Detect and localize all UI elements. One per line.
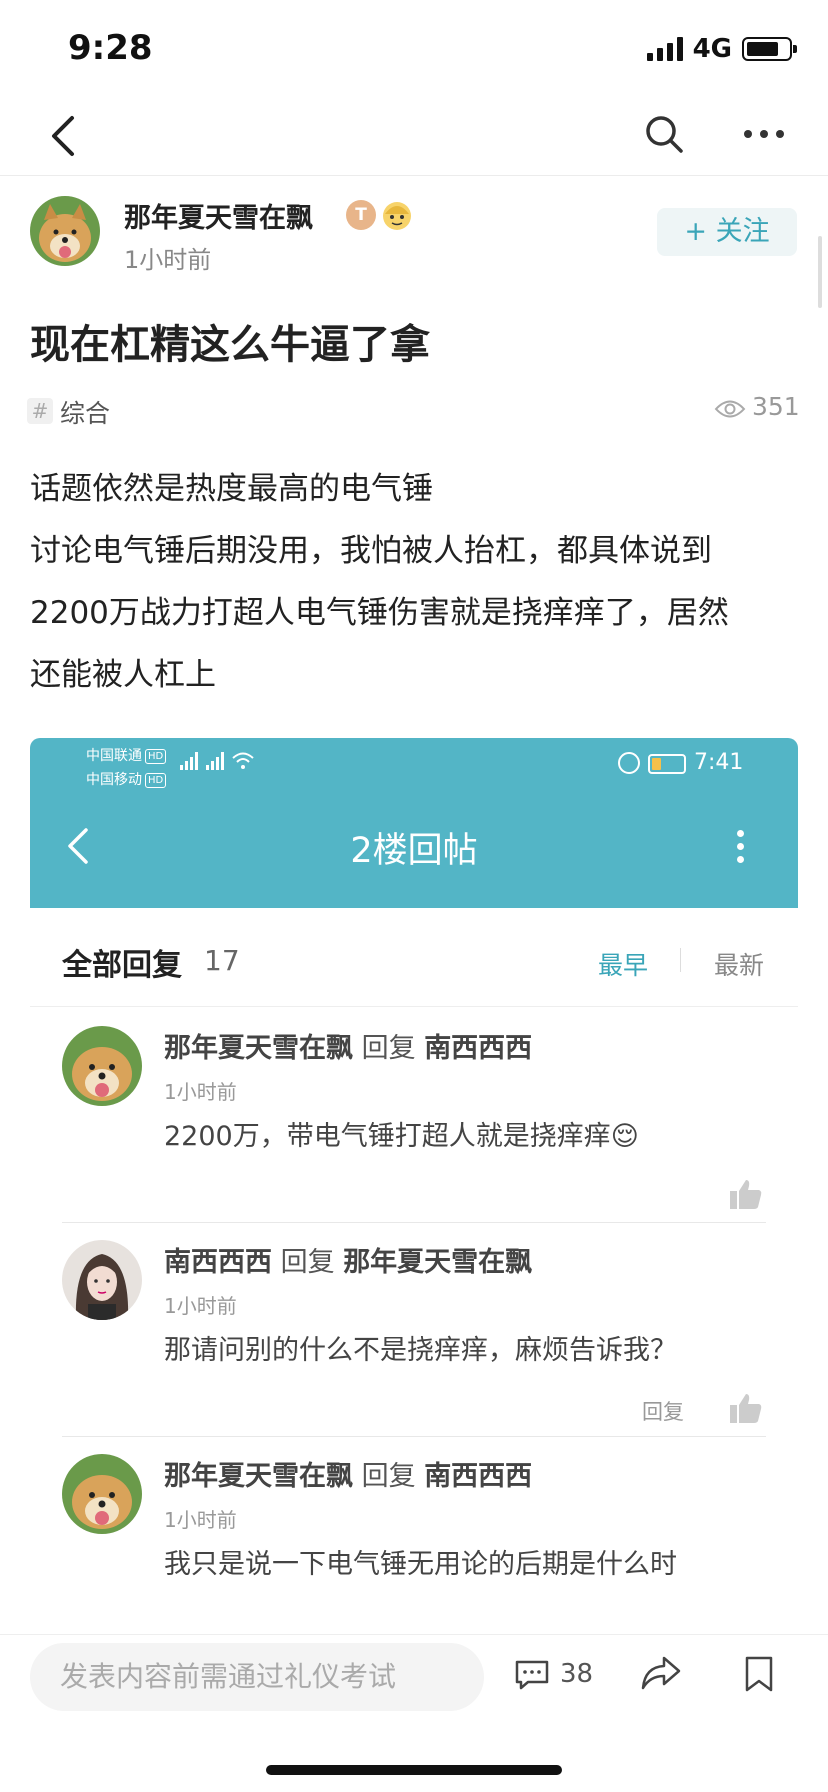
reply-target: 那年夏天雪在飘 xyxy=(343,1247,533,1278)
post-body: 话题依然是热度最高的电气锤 讨论电气锤后期没用，我怕被人抬杠，都具体说到 220… xyxy=(30,458,800,706)
signal-icon xyxy=(646,37,683,61)
reply-author: 那年夏天雪在飘 xyxy=(164,1461,353,1492)
kebab-icon xyxy=(734,830,746,870)
post-body-line: 还能被人杠上 xyxy=(30,657,216,693)
share-icon[interactable] xyxy=(640,1655,682,1691)
reply-avatar xyxy=(62,1454,142,1534)
reply-word: 回复 xyxy=(280,1247,335,1278)
medal-icon xyxy=(383,202,411,230)
search-icon[interactable] xyxy=(642,112,686,156)
reply-time: 1小时前 xyxy=(164,1294,237,1318)
carrier-label: 中国移动 xyxy=(86,772,142,788)
more-icon[interactable] xyxy=(740,112,788,156)
screenshot-battery-icon xyxy=(648,754,686,774)
comment-input[interactable]: 发表内容前需通过礼仪考试 xyxy=(30,1643,484,1711)
embedded-screenshot[interactable]: 中国联通HD 中国移动HD 7:41 2楼回帖 全部回复 17 最早 最新 xyxy=(30,738,798,1634)
post-body-line: 话题依然是热度最高的电气锤 xyxy=(30,471,433,507)
scrollbar[interactable] xyxy=(818,236,822,308)
divider xyxy=(62,1436,766,1437)
reply-word: 回复 xyxy=(361,1033,416,1064)
chevron-left-icon[interactable] xyxy=(44,110,84,162)
post-body-line: 讨论电气锤后期没用，我怕被人抬杠，都具体说到 xyxy=(30,533,712,569)
status-time: 9:28 xyxy=(68,28,153,68)
reply-target: 南西西西 xyxy=(424,1033,533,1064)
divider xyxy=(62,1222,766,1223)
reply-time: 1小时前 xyxy=(164,1508,237,1532)
battery-icon xyxy=(742,37,797,61)
eye-icon xyxy=(714,400,746,418)
reply-target: 南西西西 xyxy=(424,1461,533,1492)
reply-avatar xyxy=(62,1026,142,1106)
reply-header: 南西西西 回复 那年夏天雪在飘 xyxy=(164,1240,532,1279)
screenshot-title: 2楼回帖 xyxy=(350,831,478,871)
reply-avatar xyxy=(62,1240,142,1320)
status-indicators: 4G xyxy=(646,34,797,64)
home-indicator[interactable] xyxy=(266,1765,562,1775)
bookmark-icon[interactable] xyxy=(744,1655,774,1693)
screenshot-time: 7:41 xyxy=(694,750,744,775)
nav-bar xyxy=(0,96,828,176)
hash-icon: # xyxy=(27,398,53,424)
level-badge: T xyxy=(346,200,376,230)
sort-divider xyxy=(680,948,681,972)
reply-button: 回复 xyxy=(642,1400,684,1424)
network-label: 4G xyxy=(692,34,732,64)
follow-button[interactable]: + 关注 xyxy=(657,208,797,256)
reply-text: 我只是说一下电气锤无用论的后期是什么时 xyxy=(164,1549,677,1580)
bottom-bar: 发表内容前需通过礼仪考试 38 xyxy=(0,1634,828,1792)
screenshot-signal-icon xyxy=(180,752,254,770)
screenshot-carriers: 中国联通 HD 中国移动 HD xyxy=(86,744,167,792)
sort-earliest: 最早 xyxy=(598,951,649,980)
comment-count[interactable]: 38 xyxy=(560,1659,593,1689)
alarm-icon xyxy=(618,752,640,774)
reply-count: 17 xyxy=(204,944,240,977)
reply-text: 2200万，带电气锤打超人就是挠痒痒😌 xyxy=(164,1121,639,1152)
post-title: 现在杠精这么牛逼了拿 xyxy=(30,322,430,368)
reply-author: 那年夏天雪在飘 xyxy=(164,1033,353,1064)
comment-icon[interactable] xyxy=(514,1659,550,1691)
post-time: 1小时前 xyxy=(124,246,212,274)
wifi-icon xyxy=(232,752,254,769)
status-bar: 9:28 4G xyxy=(0,0,828,96)
reply-author: 南西西西 xyxy=(164,1247,272,1278)
screenshot-header: 中国联通 HD 中国移动 HD 7:41 2楼回帖 xyxy=(30,738,798,908)
reply-header: 那年夏天雪在飘 回复 南西西西 xyxy=(164,1454,532,1493)
carrier-label: 中国联通 xyxy=(86,748,142,764)
thumbs-up-icon xyxy=(730,1394,762,1423)
hd-badge: HD xyxy=(145,748,167,764)
author-name[interactable]: 那年夏天雪在飘 xyxy=(124,196,313,235)
reply-word: 回复 xyxy=(361,1461,416,1492)
sort-newest: 最新 xyxy=(714,951,765,980)
divider xyxy=(30,1006,798,1007)
view-count: 351 xyxy=(752,392,800,421)
reply-header: 那年夏天雪在飘 回复 南西西西 xyxy=(164,1026,532,1065)
thumbs-up-icon xyxy=(730,1180,762,1209)
reply-time: 1小时前 xyxy=(164,1080,237,1104)
all-replies-label: 全部回复 xyxy=(62,948,182,983)
author-avatar[interactable] xyxy=(30,196,100,266)
post-tag[interactable]: 综合 xyxy=(60,394,110,430)
reply-text: 那请问别的什么不是挠痒痒，麻烦告诉我？ xyxy=(164,1335,677,1366)
post-body-line: 2200万战力打超人电气锤伤害就是挠痒痒了，居然 xyxy=(30,595,729,631)
hd-badge: HD xyxy=(145,772,167,788)
